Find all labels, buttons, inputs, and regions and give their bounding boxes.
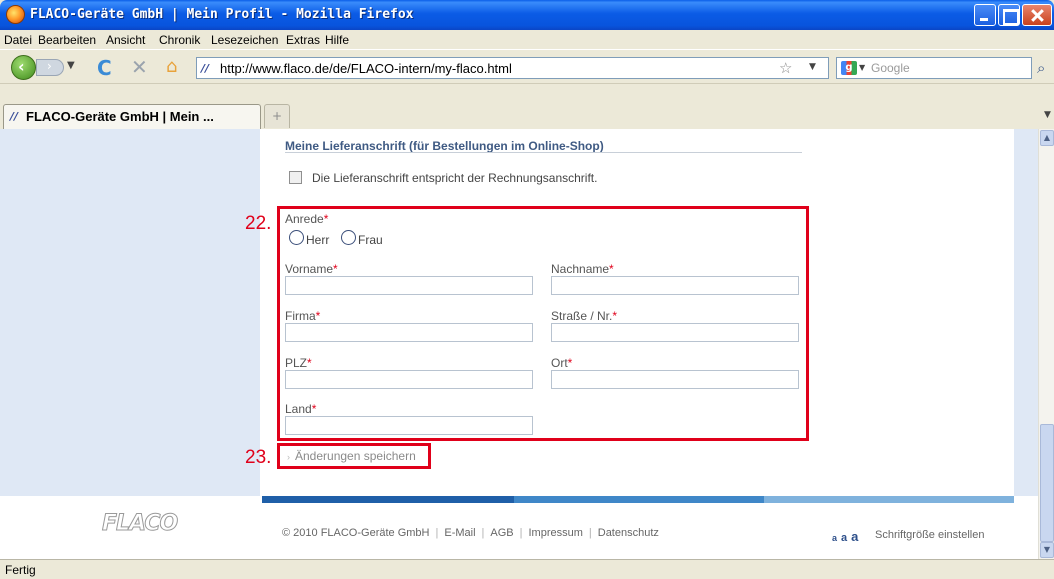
font-size-small-button[interactable]: a xyxy=(832,533,837,543)
footer-link-email[interactable]: E-Mail xyxy=(444,527,475,539)
radio-herr[interactable] xyxy=(289,230,304,245)
anrede-label: Anrede* xyxy=(285,212,329,226)
forward-icon[interactable]: › xyxy=(36,59,64,76)
window-title: FLACO-Geräte GmbH | Mein Profil - Mozill… xyxy=(30,7,414,22)
menu-chronik[interactable]: Chronik xyxy=(159,33,200,47)
ort-label: Ort* xyxy=(551,356,573,370)
vorname-label: Vorname* xyxy=(285,262,338,276)
engine-dropdown-icon[interactable]: ▼ xyxy=(859,63,865,72)
site-favicon-icon: // xyxy=(201,62,210,75)
firma-label: Firma* xyxy=(285,309,321,323)
menu-lesezeichen[interactable]: Lesezeichen xyxy=(211,33,278,47)
search-bar[interactable]: g ▼ Google xyxy=(836,57,1032,79)
section-divider xyxy=(285,152,802,153)
tab-list-icon[interactable]: ▼ xyxy=(1044,110,1051,120)
footer-color-bar xyxy=(262,496,514,503)
plz-label: PLZ* xyxy=(285,356,312,370)
vorname-field[interactable] xyxy=(285,276,533,295)
scroll-up-icon[interactable]: ▲ xyxy=(1040,130,1054,146)
menu-bar: Datei Bearbeiten Ansicht Chronik Lesezei… xyxy=(0,30,1054,50)
scroll-thumb[interactable] xyxy=(1040,424,1054,542)
strasse-label: Straße / Nr.* xyxy=(551,309,618,323)
copyright-text: © 2010 FLACO-Geräte GmbH xyxy=(282,527,430,539)
scroll-down-icon[interactable]: ▼ xyxy=(1040,542,1054,558)
menu-ansicht[interactable]: Ansicht xyxy=(106,33,145,47)
land-field[interactable] xyxy=(285,416,533,435)
right-margin xyxy=(1014,129,1038,496)
page-footer: FLACO © 2010 FLACO-Geräte GmbH | E-Mail | AG… xyxy=(0,496,1014,559)
search-icon[interactable]: ⌕ xyxy=(1037,59,1045,77)
nachname-field[interactable] xyxy=(551,276,799,295)
tab-strip: // FLACO-Geräte GmbH | Mein ... + ▼ xyxy=(0,85,1054,129)
footer-link-datenschutz[interactable]: Datenschutz xyxy=(598,527,659,539)
font-size-controls: aaa xyxy=(832,529,862,544)
tab-active[interactable]: // FLACO-Geräte GmbH | Mein ... xyxy=(3,104,261,129)
flaco-logo: FLACO xyxy=(101,511,178,537)
font-size-medium-button[interactable]: a xyxy=(841,532,847,544)
annotation-number-23: 23. xyxy=(245,447,272,468)
url-dropdown-icon[interactable]: ▼ xyxy=(809,62,816,72)
ort-field[interactable] xyxy=(551,370,799,389)
annotation-number-22: 22. xyxy=(245,213,272,234)
section-heading: Meine Lieferanschrift (für Bestellungen … xyxy=(285,139,604,153)
save-changes-link[interactable]: › Änderungen speichern xyxy=(287,449,416,463)
strasse-field[interactable] xyxy=(551,323,799,342)
radio-frau[interactable] xyxy=(341,230,356,245)
title-bar[interactable]: FLACO-Geräte GmbH | Mein Profil - Mozill… xyxy=(0,0,1054,30)
nachname-label: Nachname* xyxy=(551,262,614,276)
menu-hilfe[interactable]: Hilfe xyxy=(325,33,349,47)
same-address-checkbox[interactable] xyxy=(289,171,302,184)
firefox-logo-icon xyxy=(6,5,25,24)
footer-color-bar xyxy=(514,496,764,503)
plz-field[interactable] xyxy=(285,370,533,389)
close-icon[interactable] xyxy=(1022,4,1052,26)
tab-title: FLACO-Geräte GmbH | Mein ... xyxy=(26,109,214,124)
stop-icon[interactable]: ✕ xyxy=(131,55,148,79)
land-label: Land* xyxy=(285,402,317,416)
browser-window: FLACO-Geräte GmbH | Mein Profil - Mozill… xyxy=(0,0,1054,579)
font-size-label: Schriftgröße einstellen xyxy=(875,529,985,541)
footer-link-impressum[interactable]: Impressum xyxy=(528,527,582,539)
navigation-bar: ‹ › ▼ C ✕ ⌂ // http://www.flaco.de/de/FL… xyxy=(0,51,1054,84)
minimize-icon[interactable] xyxy=(974,4,996,26)
footer-color-bar xyxy=(764,496,1014,503)
google-engine-icon[interactable]: g xyxy=(841,61,857,75)
status-bar: Fertig xyxy=(0,559,1054,579)
radio-herr-label: Herr xyxy=(306,233,330,247)
menu-extras[interactable]: Extras xyxy=(286,33,320,47)
new-tab-button[interactable]: + xyxy=(264,104,290,128)
reload-icon[interactable]: C xyxy=(97,56,112,80)
url-text[interactable]: http://www.flaco.de/de/FLACO-intern/my-f… xyxy=(220,61,512,76)
vertical-scrollbar[interactable]: ▲ ▼ xyxy=(1038,129,1054,559)
back-icon[interactable]: ‹ xyxy=(11,55,36,80)
home-icon[interactable]: ⌂ xyxy=(166,56,177,77)
radio-frau-label: Frau xyxy=(358,233,383,247)
url-bar[interactable]: // http://www.flaco.de/de/FLACO-intern/m… xyxy=(196,57,829,79)
search-input[interactable]: Google xyxy=(871,61,910,75)
footer-link-agb[interactable]: AGB xyxy=(490,527,513,539)
bookmark-star-icon[interactable]: ☆ xyxy=(779,59,792,77)
firma-field[interactable] xyxy=(285,323,533,342)
status-text: Fertig xyxy=(5,563,36,577)
history-dropdown-icon[interactable]: ▼ xyxy=(67,60,75,71)
page-viewport: Meine Lieferanschrift (für Bestellungen … xyxy=(0,129,1038,559)
left-sidebar xyxy=(0,129,260,496)
font-size-large-button[interactable]: a xyxy=(851,529,858,544)
arrow-right-icon: › xyxy=(287,452,290,462)
same-address-label: Die Lieferanschrift entspricht der Rechn… xyxy=(312,171,598,185)
menu-datei[interactable]: Datei xyxy=(4,33,32,47)
footer-links: © 2010 FLACO-Geräte GmbH | E-Mail | AGB | Impr… xyxy=(282,527,659,539)
maximize-icon[interactable] xyxy=(998,4,1020,26)
tab-favicon-icon: // xyxy=(10,110,19,123)
menu-bearbeiten[interactable]: Bearbeiten xyxy=(38,33,96,47)
